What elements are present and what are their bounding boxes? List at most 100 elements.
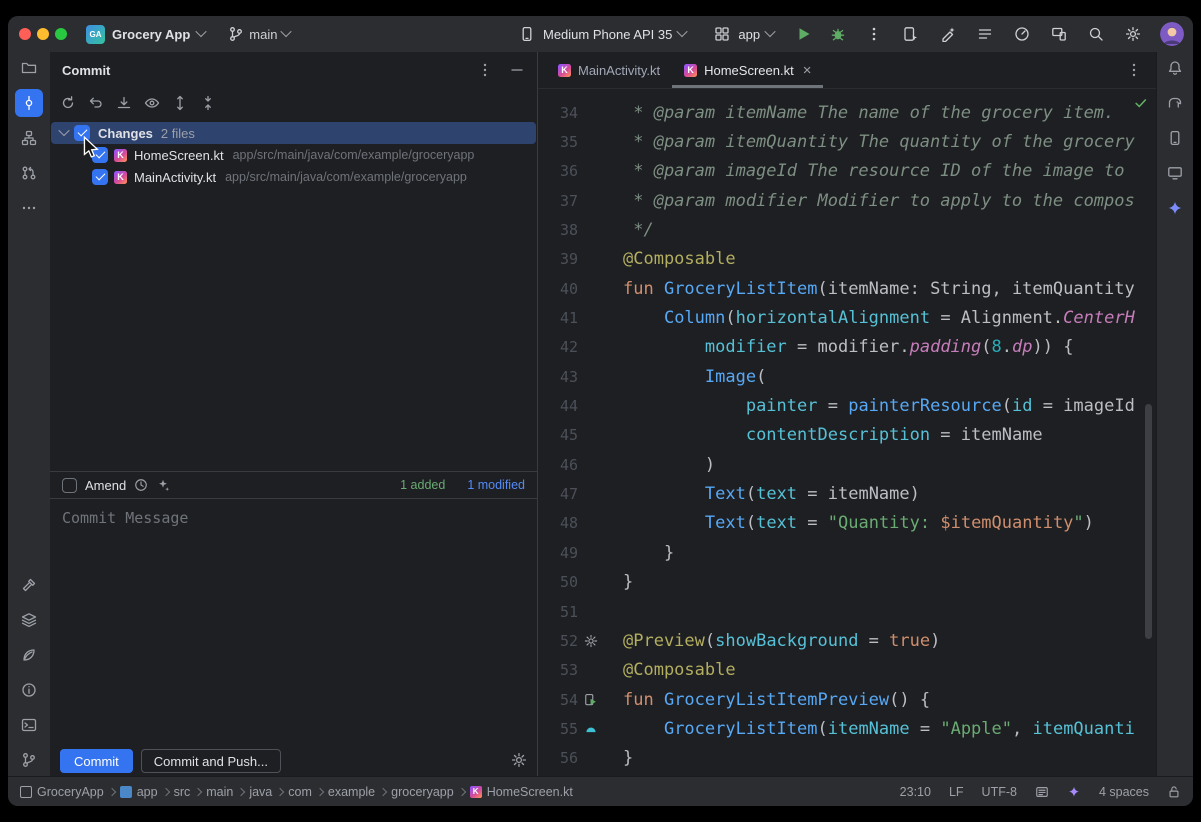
commit-options-button[interactable] bbox=[511, 752, 527, 771]
more-actions-button[interactable] bbox=[864, 24, 884, 44]
more-toolwindows-button[interactable] bbox=[15, 194, 43, 222]
code-line[interactable]: 55 GroceryListItem(itemName = "Apple", i… bbox=[538, 714, 1156, 743]
editor-options-button[interactable] bbox=[1126, 52, 1156, 88]
run-button[interactable] bbox=[794, 24, 814, 44]
breadcrumb-item[interactable]: app bbox=[120, 785, 158, 799]
close-tab-icon[interactable]: × bbox=[803, 63, 812, 78]
changed-file-row[interactable]: K MainActivity.kt app/src/main/java/com/… bbox=[50, 166, 537, 188]
device-manager-toolwindow-button[interactable] bbox=[1161, 124, 1189, 152]
structure-toolwindow-button[interactable] bbox=[15, 124, 43, 152]
caret-position-widget[interactable]: 23:10 bbox=[900, 785, 931, 799]
line-separator-widget[interactable]: LF bbox=[949, 785, 964, 799]
commit-button[interactable]: Commit bbox=[60, 749, 133, 773]
inspections-ok-icon[interactable] bbox=[1134, 96, 1148, 115]
code-line[interactable]: 54 fun GroceryListItemPreview() { bbox=[538, 685, 1156, 714]
code-line[interactable]: 48 Text(text = "Quantity: $itemQuantity"… bbox=[538, 509, 1156, 538]
debug-button[interactable] bbox=[828, 24, 848, 44]
settings-button[interactable] bbox=[1123, 24, 1143, 44]
commit-message-input[interactable]: Commit Message bbox=[50, 498, 537, 746]
notifications-button[interactable] bbox=[1161, 54, 1189, 82]
breadcrumb-item[interactable]: java bbox=[249, 785, 272, 799]
project-toolwindow-button[interactable] bbox=[15, 54, 43, 82]
code-line[interactable]: 39@Composable bbox=[538, 245, 1156, 274]
macos-close-button[interactable] bbox=[19, 28, 31, 40]
code-line[interactable]: 51 bbox=[538, 597, 1156, 626]
run-config-selector[interactable] bbox=[712, 24, 732, 44]
running-devices-button[interactable] bbox=[901, 24, 921, 44]
modified-count[interactable]: 1 modified bbox=[467, 478, 525, 492]
code-line[interactable]: 36 * @param imageId The resource ID of t… bbox=[538, 157, 1156, 186]
collapse-all-button[interactable] bbox=[196, 92, 220, 114]
pull-requests-toolwindow-button[interactable] bbox=[15, 159, 43, 187]
encoding-widget[interactable]: UTF-8 bbox=[982, 785, 1017, 799]
project-widget[interactable]: Grocery App bbox=[112, 27, 190, 42]
user-avatar[interactable] bbox=[1160, 22, 1184, 46]
run-config-label[interactable]: app bbox=[738, 27, 760, 42]
changes-root-row[interactable]: Changes 2 files bbox=[51, 122, 536, 144]
macos-minimize-button[interactable] bbox=[37, 28, 49, 40]
breadcrumb-item[interactable]: main bbox=[206, 785, 233, 799]
macos-zoom-button[interactable] bbox=[55, 28, 67, 40]
panel-options-kebab-icon[interactable] bbox=[477, 62, 493, 78]
breadcrumb-item[interactable]: GroceryApp bbox=[20, 785, 104, 799]
code-editor[interactable]: 34 * @param itemName The name of the gro… bbox=[538, 89, 1156, 776]
code-line[interactable]: 41 Column(horizontalAlignment = Alignmen… bbox=[538, 303, 1156, 332]
added-count[interactable]: 1 added bbox=[400, 478, 445, 492]
commit-toolwindow-button[interactable] bbox=[15, 89, 43, 117]
editor-tab[interactable]: K MainActivity.kt bbox=[546, 52, 672, 88]
amend-checkbox[interactable] bbox=[62, 478, 77, 493]
device-selector-label[interactable]: Medium Phone API 35 bbox=[543, 27, 672, 42]
breadcrumb-item[interactable]: src bbox=[174, 785, 191, 799]
expand-all-button[interactable] bbox=[168, 92, 192, 114]
code-line[interactable]: 42 modifier = modifier.padding(8.dp)) { bbox=[538, 333, 1156, 362]
code-line[interactable]: 44 painter = painterResource(id = imageI… bbox=[538, 391, 1156, 420]
file-checkbox[interactable] bbox=[92, 169, 108, 185]
build-toolwindow-button[interactable] bbox=[15, 571, 43, 599]
code-line[interactable]: 46 ) bbox=[538, 450, 1156, 479]
running-devices-toolwindow-button[interactable] bbox=[1161, 159, 1189, 187]
show-diff-button[interactable] bbox=[140, 92, 164, 114]
version-control-toolwindow-button[interactable] bbox=[15, 746, 43, 774]
code-line[interactable]: 40fun GroceryListItem(itemName: String, … bbox=[538, 274, 1156, 303]
search-everywhere-button[interactable] bbox=[1086, 24, 1106, 44]
reader-mode-icon[interactable] bbox=[1035, 785, 1049, 799]
problems-toolwindow-button[interactable] bbox=[15, 676, 43, 704]
breadcrumb-item[interactable]: example bbox=[328, 785, 375, 799]
history-clock-icon[interactable] bbox=[134, 478, 148, 492]
ai-commit-message-icon[interactable] bbox=[156, 478, 170, 492]
app-quality-insights-button[interactable] bbox=[15, 641, 43, 669]
editor-scrollbar[interactable] bbox=[1145, 404, 1152, 639]
code-line[interactable]: 53@Composable bbox=[538, 656, 1156, 685]
rollback-button[interactable] bbox=[84, 92, 108, 114]
ai-actions-button[interactable] bbox=[938, 24, 958, 44]
code-line[interactable]: 38 */ bbox=[538, 215, 1156, 244]
code-line[interactable]: 50} bbox=[538, 568, 1156, 597]
code-line[interactable]: 49 } bbox=[538, 538, 1156, 567]
breadcrumb-item[interactable]: com bbox=[288, 785, 312, 799]
code-line[interactable]: 52 @Preview(showBackground = true) bbox=[538, 626, 1156, 655]
ai-status-sparkle-icon[interactable] bbox=[1067, 785, 1081, 799]
changed-file-row[interactable]: K HomeScreen.kt app/src/main/java/com/ex… bbox=[50, 144, 537, 166]
code-line[interactable]: 43 Image( bbox=[538, 362, 1156, 391]
editor-tab[interactable]: K HomeScreen.kt × bbox=[672, 52, 823, 88]
indent-widget[interactable]: 4 spaces bbox=[1099, 785, 1149, 799]
hide-panel-icon[interactable] bbox=[509, 62, 525, 78]
code-line[interactable]: 56} bbox=[538, 744, 1156, 773]
gemini-button[interactable] bbox=[1161, 194, 1189, 222]
commit-and-push-button[interactable]: Commit and Push... bbox=[141, 749, 281, 773]
code-line[interactable]: 34 * @param itemName The name of the gro… bbox=[538, 98, 1156, 127]
tree-expand-chevron-icon[interactable] bbox=[58, 124, 69, 135]
shelve-button[interactable] bbox=[112, 92, 136, 114]
breadcrumb-item[interactable]: groceryapp bbox=[391, 785, 454, 799]
device-manager-button[interactable] bbox=[1049, 24, 1069, 44]
unlock-icon[interactable] bbox=[1167, 785, 1181, 799]
build-variants-button[interactable] bbox=[975, 24, 995, 44]
profiler-button[interactable] bbox=[1012, 24, 1032, 44]
code-line[interactable]: 45 contentDescription = itemName bbox=[538, 421, 1156, 450]
breadcrumb-item[interactable]: KHomeScreen.kt bbox=[470, 785, 573, 799]
vcs-branch-widget[interactable]: main bbox=[228, 26, 290, 42]
code-line[interactable]: 47 Text(text = itemName) bbox=[538, 479, 1156, 508]
device-selector[interactable] bbox=[517, 24, 537, 44]
gradle-button[interactable] bbox=[1161, 89, 1189, 117]
code-line[interactable]: 37 * @param modifier Modifier to apply t… bbox=[538, 186, 1156, 215]
